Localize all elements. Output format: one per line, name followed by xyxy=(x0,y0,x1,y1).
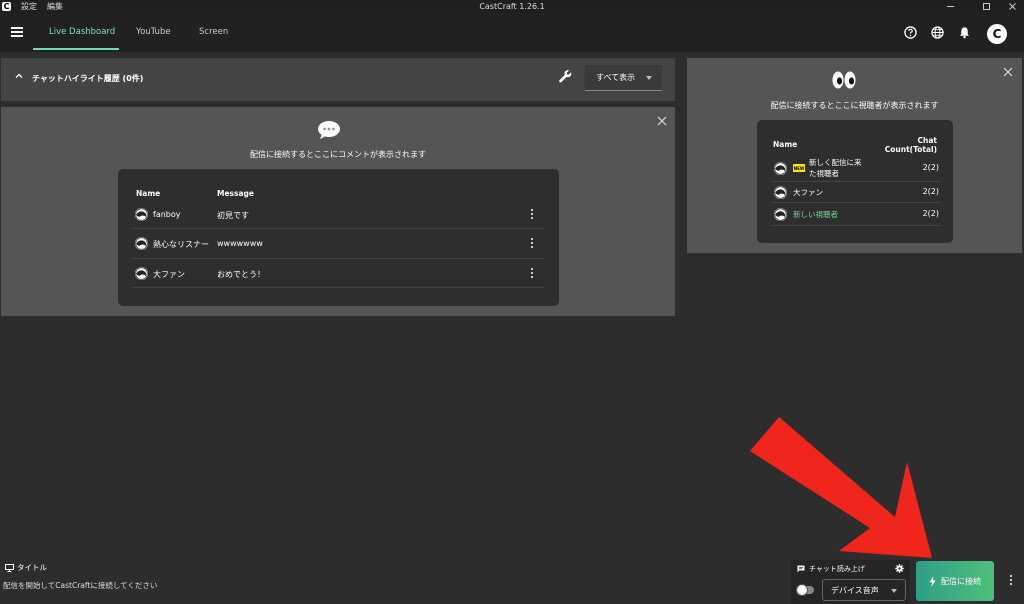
app-logo-icon: C xyxy=(2,2,11,11)
device-value: デバイス音声 xyxy=(831,586,879,595)
chat-message: 初見です xyxy=(217,211,249,220)
voice-device-select[interactable]: デバイス音声 xyxy=(822,579,906,601)
eyes-icon xyxy=(832,71,856,89)
chevron-down-icon xyxy=(646,76,652,80)
close-icon[interactable] xyxy=(657,116,667,126)
user-icon xyxy=(135,237,148,250)
maximize-icon[interactable] xyxy=(974,0,998,13)
bell-icon[interactable] xyxy=(958,26,971,39)
chat-reading-label: チャット読み上げ xyxy=(809,565,865,573)
more-vert-icon[interactable] xyxy=(531,209,534,221)
table-row[interactable]: 熱心なリスナー wwwwwww xyxy=(132,229,545,259)
chat-caption: 配信に接続するとここにコメントが表示されます xyxy=(250,150,426,159)
col-header-name: Name xyxy=(136,189,161,198)
user-icon xyxy=(774,162,787,175)
more-vert-icon[interactable] xyxy=(531,238,534,250)
title-bar: C 設定 編集 CastCraft 1.26.1 xyxy=(0,0,1024,13)
table-row[interactable]: fanboy 初見です xyxy=(132,202,545,229)
viewer-count: 2(2) xyxy=(922,163,939,172)
viewer-count: 2(2) xyxy=(922,209,939,218)
chat-card: Name Message fanboy 初見です 熱心なリスナー wwwwwww… xyxy=(118,169,559,306)
viewer-name: 新しい視聴者 xyxy=(793,210,838,219)
col-header-chat-count: Chat Count(Total) xyxy=(884,136,937,154)
speech-bubble-icon xyxy=(318,121,340,139)
chat-message: おめでとう！ xyxy=(217,270,265,279)
chat-panel: 配信に接続するとここにコメントが表示されます Name Message fanb… xyxy=(1,107,675,316)
table-row[interactable]: 大ファン おめでとう！ xyxy=(132,259,545,288)
chat-icon xyxy=(797,565,805,573)
monitor-icon xyxy=(5,563,14,572)
more-vert-icon[interactable] xyxy=(531,268,534,280)
viewer-name: 新しく配信に来 た視聴者 xyxy=(809,158,862,178)
col-header-name: Name xyxy=(773,140,798,149)
more-vert-icon[interactable] xyxy=(1010,575,1013,587)
user-icon xyxy=(774,186,787,199)
menu-settings[interactable]: 設定 xyxy=(21,1,37,12)
chat-message: wwwwwww xyxy=(217,239,263,248)
status-text: 配信を開始してCastCraftに接続してください xyxy=(3,581,158,590)
highlight-filter-select[interactable]: すべて表示 xyxy=(585,65,662,91)
chat-reading-box: チャット読み上げ デバイス音声 xyxy=(791,560,910,604)
close-window-icon[interactable] xyxy=(1000,0,1024,13)
hamburger-menu-icon[interactable] xyxy=(11,27,23,37)
chat-name: 熱心なリスナー xyxy=(153,240,209,249)
chat-highlight-header: チャットハイライト履歴 (0件) すべて表示 xyxy=(1,58,675,101)
tab-youtube[interactable]: YouTube xyxy=(136,27,171,37)
account-avatar[interactable]: C xyxy=(987,24,1007,44)
viewer-panel: 配信に接続するとここに視聴者が表示されます Name Chat Count(Tot… xyxy=(687,58,1022,253)
navbar: Live Dashboard YouTube Screen C xyxy=(0,13,1024,52)
table-row[interactable]: 大ファン 2(2) xyxy=(771,182,941,203)
window-title: CastCraft 1.26.1 xyxy=(479,2,545,11)
active-tab-indicator xyxy=(33,48,119,50)
user-icon xyxy=(774,208,787,221)
new-badge: NEW xyxy=(793,164,805,172)
gear-icon[interactable] xyxy=(895,564,904,573)
chat-name: 大ファン xyxy=(153,270,185,279)
viewer-caption: 配信に接続するとここに視聴者が表示されます xyxy=(770,101,939,110)
connect-label: 配信に接続 xyxy=(941,576,981,586)
bolt-icon xyxy=(929,575,936,587)
filter-value: すべて表示 xyxy=(596,73,636,82)
close-icon[interactable] xyxy=(1003,67,1013,77)
tab-screen[interactable]: Screen xyxy=(199,27,228,37)
connect-stream-button[interactable]: 配信に接続 xyxy=(916,561,994,601)
tab-live-dashboard[interactable]: Live Dashboard xyxy=(49,27,115,37)
viewer-card: Name Chat Count(Total) NEW 新しく配信に来 た視聴者 2(… xyxy=(757,120,953,243)
highlight-title: チャットハイライト履歴 (0件) xyxy=(32,74,144,83)
user-icon xyxy=(135,267,148,280)
col-header-message: Message xyxy=(217,189,254,198)
table-row[interactable]: 新しい視聴者 2(2) xyxy=(771,203,941,226)
chat-reading-toggle[interactable] xyxy=(796,584,814,596)
stream-title-label[interactable]: タイトル xyxy=(5,562,47,573)
wrench-icon[interactable] xyxy=(558,69,573,84)
chat-name: fanboy xyxy=(153,210,181,219)
chevron-down-icon xyxy=(891,589,897,593)
table-row[interactable]: NEW 新しく配信に来 た視聴者 2(2) xyxy=(771,156,941,182)
chevron-up-icon[interactable] xyxy=(15,72,23,80)
viewer-name: 大ファン xyxy=(793,188,823,197)
globe-icon[interactable] xyxy=(931,26,944,39)
viewer-count: 2(2) xyxy=(922,187,939,196)
minimize-icon[interactable] xyxy=(938,0,962,13)
title-label-text: タイトル xyxy=(17,563,47,572)
menu-edit[interactable]: 編集 xyxy=(47,1,63,12)
user-icon xyxy=(135,208,148,221)
help-icon[interactable] xyxy=(904,26,917,39)
